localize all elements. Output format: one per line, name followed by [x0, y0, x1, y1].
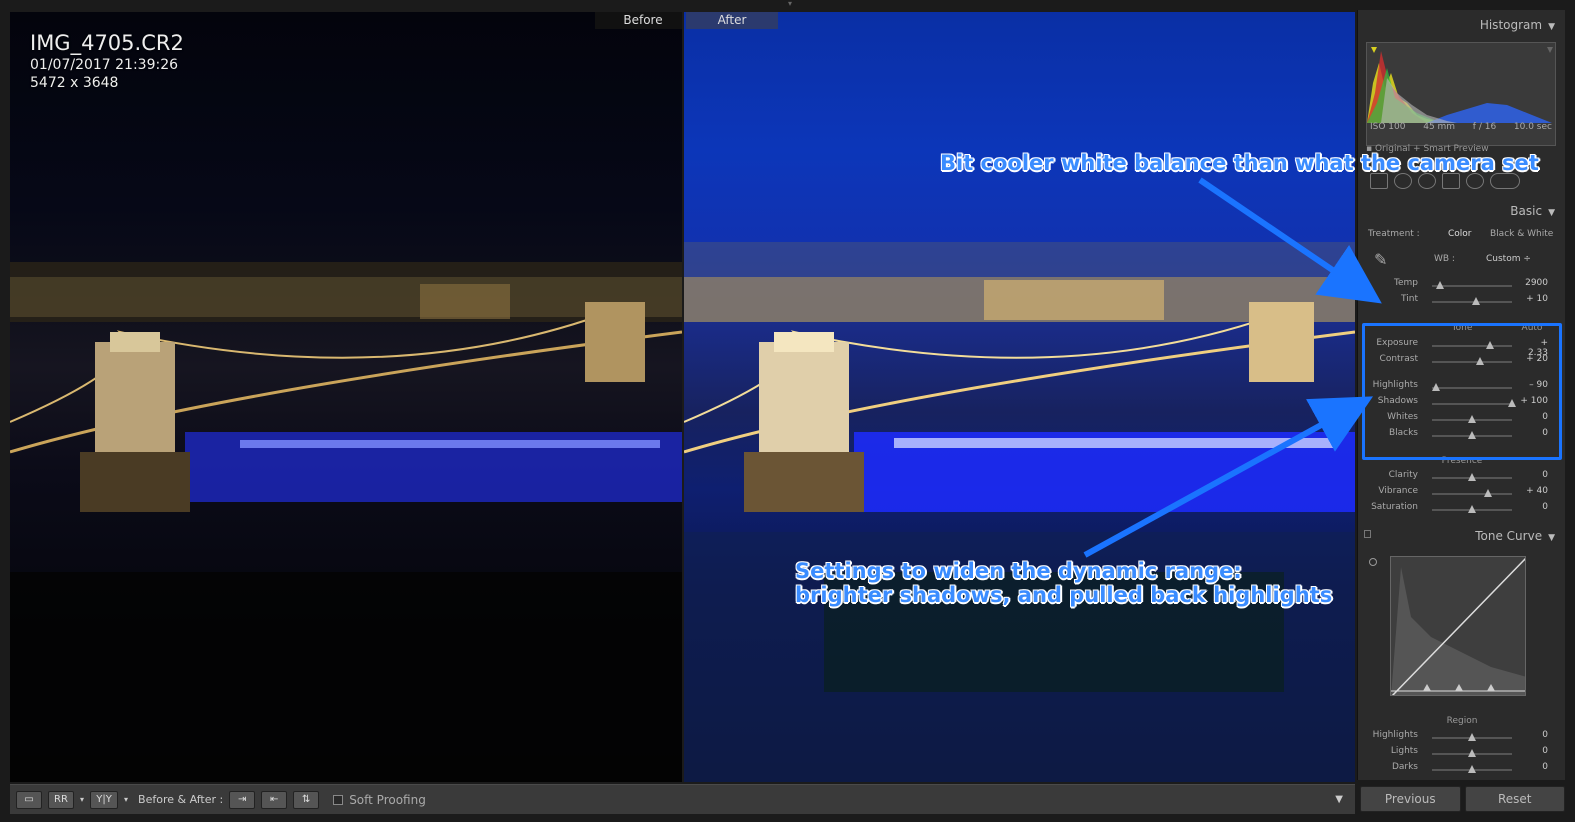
dynamic-range-annotation: Settings to widen the dynamic range: bri… — [795, 559, 1332, 607]
annotation-arrows — [1083, 177, 1382, 558]
lightroom-window: ▾ IMG_4705.CR2 01/07/2017 21:39:26 5472 … — [0, 0, 1575, 822]
dr-note-line1: Settings to widen the dynamic range: — [795, 559, 1242, 583]
dr-note-line2: brighter shadows, and pulled back highli… — [795, 583, 1333, 607]
arrow-to-wb — [1198, 177, 1382, 304]
wb-annotation: Bit cooler white balance than what the c… — [940, 151, 1539, 175]
arrow-to-tone — [1083, 396, 1374, 558]
